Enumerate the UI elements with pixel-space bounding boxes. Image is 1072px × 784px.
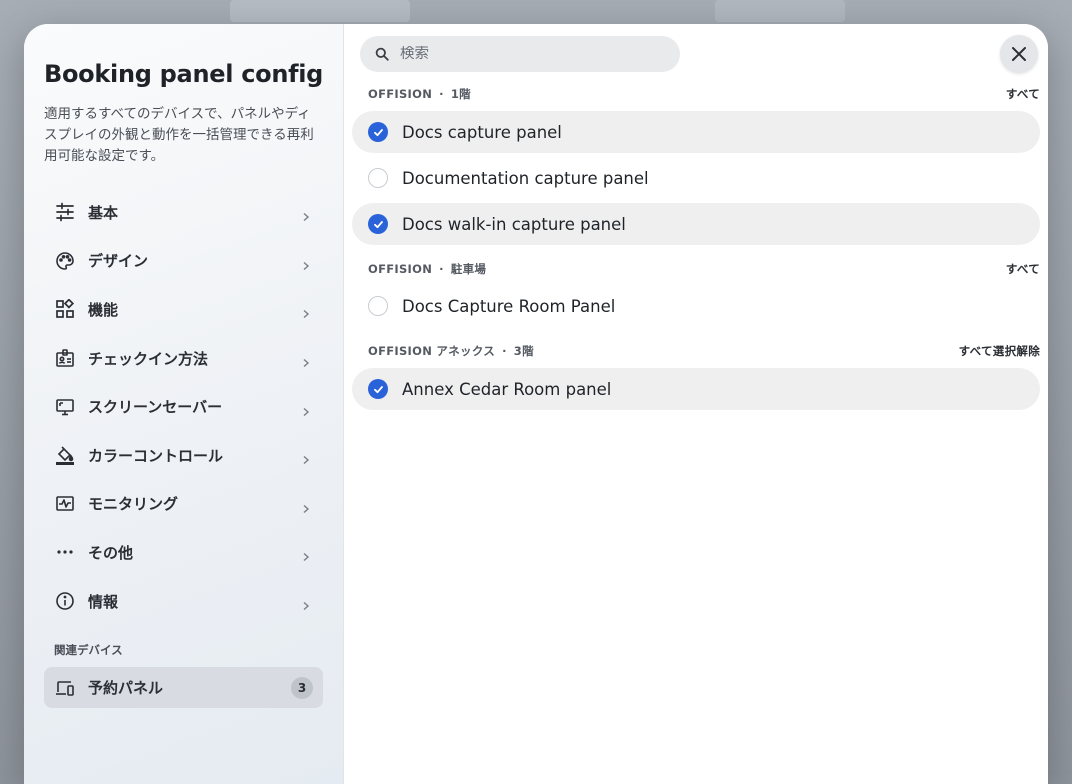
background-toolbar-item [230, 0, 410, 22]
panel-name: Docs walk-in capture panel [402, 214, 626, 234]
nav-item-screensaver[interactable]: スクリーンセーバー [44, 382, 323, 431]
select-all-button[interactable]: すべて [1006, 261, 1040, 277]
nav-item-label: 機能 [88, 300, 119, 319]
background-toolbar-item [715, 0, 845, 22]
nav-item-label: カラーコントロール [88, 446, 224, 465]
group-header: OFFISION · 1階 すべて [368, 86, 1040, 102]
search-input[interactable] [400, 46, 660, 62]
group-header: OFFISION · 駐車場 すべて [368, 261, 1040, 277]
panel-row[interactable]: Docs Capture Room Panel [352, 285, 1040, 327]
nav-item-monitoring[interactable]: モニタリング [44, 480, 323, 529]
nav-item-label: デザイン [88, 252, 149, 271]
checkbox-checked[interactable] [368, 214, 388, 234]
info-icon [44, 589, 88, 613]
related-device-booking-panels[interactable]: 予約パネル 3 [44, 667, 323, 708]
panel-name: Annex Cedar Room panel [402, 379, 612, 399]
group-floor: 駐車場 [450, 262, 487, 276]
nav-item-other[interactable]: その他 [44, 528, 323, 577]
panel-name: Documentation capture panel [402, 168, 649, 188]
nav-item-label: モニタリング [88, 495, 179, 514]
paint-bucket-icon [44, 443, 88, 467]
chevron-right-icon [301, 256, 311, 270]
nav-item-label: 基本 [88, 203, 119, 222]
chevron-right-icon [301, 547, 311, 562]
select-all-button[interactable]: すべて [1006, 86, 1040, 102]
panel-name: Docs Capture Room Panel [402, 296, 616, 316]
widgets-icon [44, 297, 88, 321]
search-icon [375, 47, 389, 61]
chevron-right-icon [301, 450, 311, 465]
group-floor: 1階 [450, 87, 471, 101]
checkbox-unchecked[interactable] [368, 168, 388, 188]
nav-item-check-in-method[interactable]: チェックイン方法 [44, 334, 323, 383]
chevron-right-icon [301, 207, 311, 222]
group-building: OFFISION [368, 262, 433, 276]
nav-item-label: スクリーンセーバー [88, 398, 223, 417]
settings-nav: 基本 デザイン 機能 チェックイン方法 スクリーンセーバー カラーコントロール … [44, 188, 323, 625]
more-horizontal-icon [44, 540, 88, 564]
nav-item-label: チェックイン方法 [88, 349, 209, 368]
nav-item-color-control[interactable]: カラーコントロール [44, 431, 323, 480]
sidebar: Booking panel config 適用するすべてのデバイスで、パネルやデ… [24, 24, 344, 784]
dialog-title: Booking panel config [44, 60, 324, 88]
group-separator: · [439, 87, 444, 101]
deselect-all-button[interactable]: すべて選択解除 [959, 343, 1040, 359]
nav-item-label: 情報 [88, 592, 119, 611]
chevron-right-icon [301, 596, 311, 611]
panel-row[interactable]: Annex Cedar Room panel [352, 368, 1040, 410]
close-icon [1011, 46, 1027, 62]
panel-list-pane: OFFISION · 1階 すべて Docs capture panel Doc… [344, 24, 1048, 784]
badge-icon [44, 346, 88, 370]
monitoring-icon [44, 492, 88, 516]
nav-item-design[interactable]: デザイン [44, 237, 323, 286]
chevron-right-icon [301, 353, 311, 368]
checkbox-checked[interactable] [368, 379, 388, 399]
chevron-right-icon [301, 402, 311, 416]
panel-row[interactable]: Docs capture panel [352, 111, 1040, 153]
palette-icon [44, 249, 88, 273]
group-building: OFFISION アネックス [368, 344, 496, 358]
panel-name: Docs capture panel [402, 122, 562, 142]
checkbox-checked[interactable] [368, 122, 388, 142]
group-floor: 3階 [513, 344, 534, 358]
monitor-icon [44, 395, 88, 419]
related-device-label: 予約パネル [88, 679, 164, 697]
nav-item-basic[interactable]: 基本 [44, 188, 323, 237]
nav-item-info[interactable]: 情報 [44, 577, 323, 626]
search-box [360, 36, 680, 72]
chevron-right-icon [301, 304, 311, 319]
group-building: OFFISION [368, 87, 433, 101]
dialog-description: 適用するすべてのデバイスで、パネルやディスプレイの外観と動作を一括管理できる再利… [44, 106, 314, 164]
related-devices-heading: 関連デバイス [54, 643, 123, 657]
checkbox-unchecked[interactable] [368, 296, 388, 316]
group-separator: · [439, 262, 444, 276]
group-header: OFFISION アネックス · 3階 すべて選択解除 [368, 343, 1040, 359]
config-dialog: Booking panel config 適用するすべてのデバイスで、パネルやデ… [24, 24, 1048, 784]
devices-icon [44, 676, 88, 700]
panel-row[interactable]: Documentation capture panel [352, 157, 1040, 199]
group-separator: · [502, 344, 507, 358]
nav-item-label: その他 [88, 543, 134, 562]
device-count-badge: 3 [291, 677, 313, 699]
close-button[interactable] [1000, 35, 1038, 73]
sliders-icon [44, 200, 88, 224]
panel-row[interactable]: Docs walk-in capture panel [352, 203, 1040, 245]
nav-item-features[interactable]: 機能 [44, 285, 323, 334]
chevron-right-icon [301, 499, 311, 513]
